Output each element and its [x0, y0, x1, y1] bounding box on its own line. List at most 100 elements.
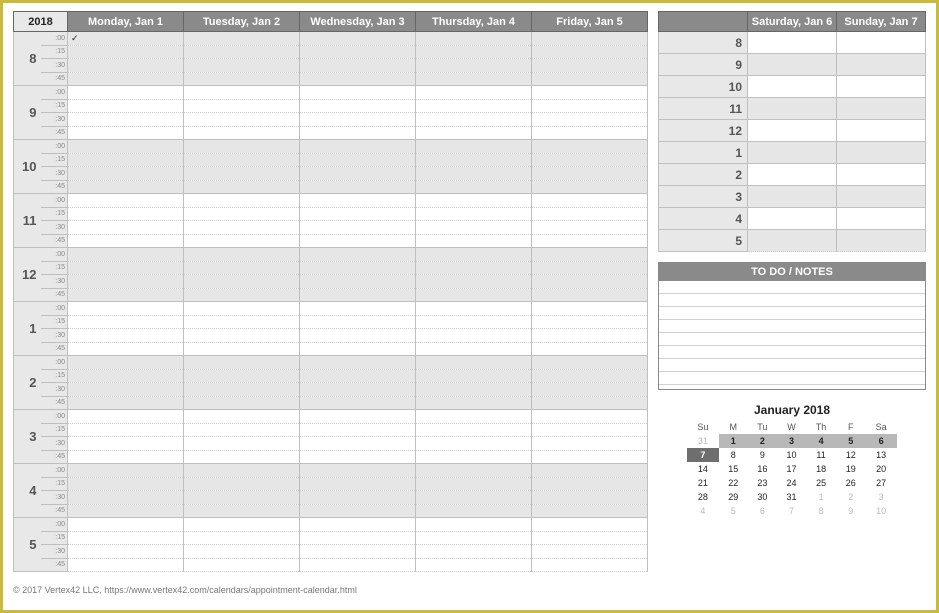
time-slot[interactable] [68, 464, 184, 478]
time-slot[interactable] [416, 234, 532, 248]
time-slot[interactable] [416, 518, 532, 532]
time-slot[interactable] [300, 423, 416, 437]
time-slot[interactable] [68, 45, 184, 59]
time-slot[interactable] [184, 437, 300, 451]
mini-day[interactable]: 16 [748, 462, 777, 476]
time-slot[interactable] [416, 140, 532, 154]
time-slot[interactable] [416, 450, 532, 464]
time-slot[interactable] [68, 558, 184, 572]
time-slot[interactable] [300, 45, 416, 59]
mini-day[interactable]: 11 [806, 448, 836, 462]
todo-lines[interactable] [659, 281, 925, 389]
time-slot[interactable] [300, 86, 416, 100]
weekend-slot[interactable] [748, 164, 837, 186]
mini-day[interactable]: 19 [836, 462, 865, 476]
time-slot[interactable] [68, 545, 184, 559]
time-slot[interactable] [416, 167, 532, 181]
time-slot[interactable] [300, 437, 416, 451]
time-slot[interactable] [68, 167, 184, 181]
time-slot[interactable] [300, 315, 416, 329]
time-slot[interactable] [184, 59, 300, 73]
weekend-slot[interactable] [748, 98, 837, 120]
time-slot[interactable] [416, 221, 532, 235]
time-slot[interactable] [184, 329, 300, 343]
time-slot[interactable] [532, 59, 648, 73]
time-slot[interactable] [184, 207, 300, 221]
mini-day[interactable]: 9 [748, 448, 777, 462]
time-slot[interactable] [532, 531, 648, 545]
mini-day[interactable]: 7 [777, 504, 806, 518]
mini-day[interactable]: 7 [687, 448, 719, 462]
mini-day[interactable]: 31 [777, 490, 806, 504]
time-slot[interactable] [68, 491, 184, 505]
time-slot[interactable] [416, 153, 532, 167]
time-slot[interactable] [300, 518, 416, 532]
time-slot[interactable] [184, 342, 300, 356]
time-slot[interactable] [68, 72, 184, 86]
time-slot[interactable] [300, 342, 416, 356]
time-slot[interactable] [416, 113, 532, 127]
time-slot[interactable] [532, 288, 648, 302]
time-slot[interactable] [532, 491, 648, 505]
time-slot[interactable] [68, 234, 184, 248]
weekend-slot[interactable] [837, 32, 926, 54]
time-slot[interactable] [416, 45, 532, 59]
time-slot[interactable] [532, 234, 648, 248]
time-slot[interactable] [184, 545, 300, 559]
time-slot[interactable] [532, 167, 648, 181]
mini-day[interactable]: 6 [748, 504, 777, 518]
time-slot[interactable] [300, 504, 416, 518]
time-slot[interactable] [184, 140, 300, 154]
time-slot[interactable] [300, 383, 416, 397]
time-slot[interactable] [416, 99, 532, 113]
time-slot[interactable] [532, 410, 648, 424]
time-slot[interactable] [532, 32, 648, 46]
time-slot[interactable] [184, 234, 300, 248]
mini-day[interactable]: 26 [836, 476, 865, 490]
mini-day[interactable]: 2 [748, 434, 777, 448]
time-slot[interactable] [416, 315, 532, 329]
time-slot[interactable] [532, 545, 648, 559]
time-slot[interactable] [532, 329, 648, 343]
time-slot[interactable] [532, 194, 648, 208]
time-slot[interactable] [68, 59, 184, 73]
time-slot[interactable] [300, 464, 416, 478]
time-slot[interactable] [68, 423, 184, 437]
time-slot[interactable] [184, 275, 300, 289]
time-slot[interactable] [184, 410, 300, 424]
time-slot[interactable] [300, 477, 416, 491]
time-slot[interactable] [68, 396, 184, 410]
time-slot[interactable] [300, 59, 416, 73]
time-slot[interactable] [68, 275, 184, 289]
time-slot[interactable] [416, 194, 532, 208]
time-slot[interactable] [532, 437, 648, 451]
time-slot[interactable] [184, 531, 300, 545]
time-slot[interactable] [416, 207, 532, 221]
time-slot[interactable] [532, 261, 648, 275]
time-slot[interactable] [68, 450, 184, 464]
time-slot[interactable] [68, 369, 184, 383]
time-slot[interactable] [416, 437, 532, 451]
mini-day[interactable]: 2 [836, 490, 865, 504]
time-slot[interactable] [300, 72, 416, 86]
time-slot[interactable] [68, 180, 184, 194]
time-slot[interactable] [532, 302, 648, 316]
mini-day[interactable]: 1 [719, 434, 748, 448]
time-slot[interactable] [300, 275, 416, 289]
time-slot[interactable] [184, 126, 300, 140]
weekend-slot[interactable] [837, 230, 926, 252]
time-slot[interactable] [532, 180, 648, 194]
weekend-slot[interactable] [837, 98, 926, 120]
mini-day[interactable]: 28 [687, 490, 719, 504]
time-slot[interactable] [416, 126, 532, 140]
mini-day[interactable]: 22 [719, 476, 748, 490]
time-slot[interactable] [416, 59, 532, 73]
time-slot[interactable] [532, 477, 648, 491]
time-slot[interactable] [300, 194, 416, 208]
time-slot[interactable] [300, 234, 416, 248]
time-slot[interactable] [416, 86, 532, 100]
time-slot[interactable] [300, 153, 416, 167]
mini-day[interactable]: 4 [806, 434, 836, 448]
time-slot[interactable] [184, 167, 300, 181]
time-slot[interactable] [532, 153, 648, 167]
